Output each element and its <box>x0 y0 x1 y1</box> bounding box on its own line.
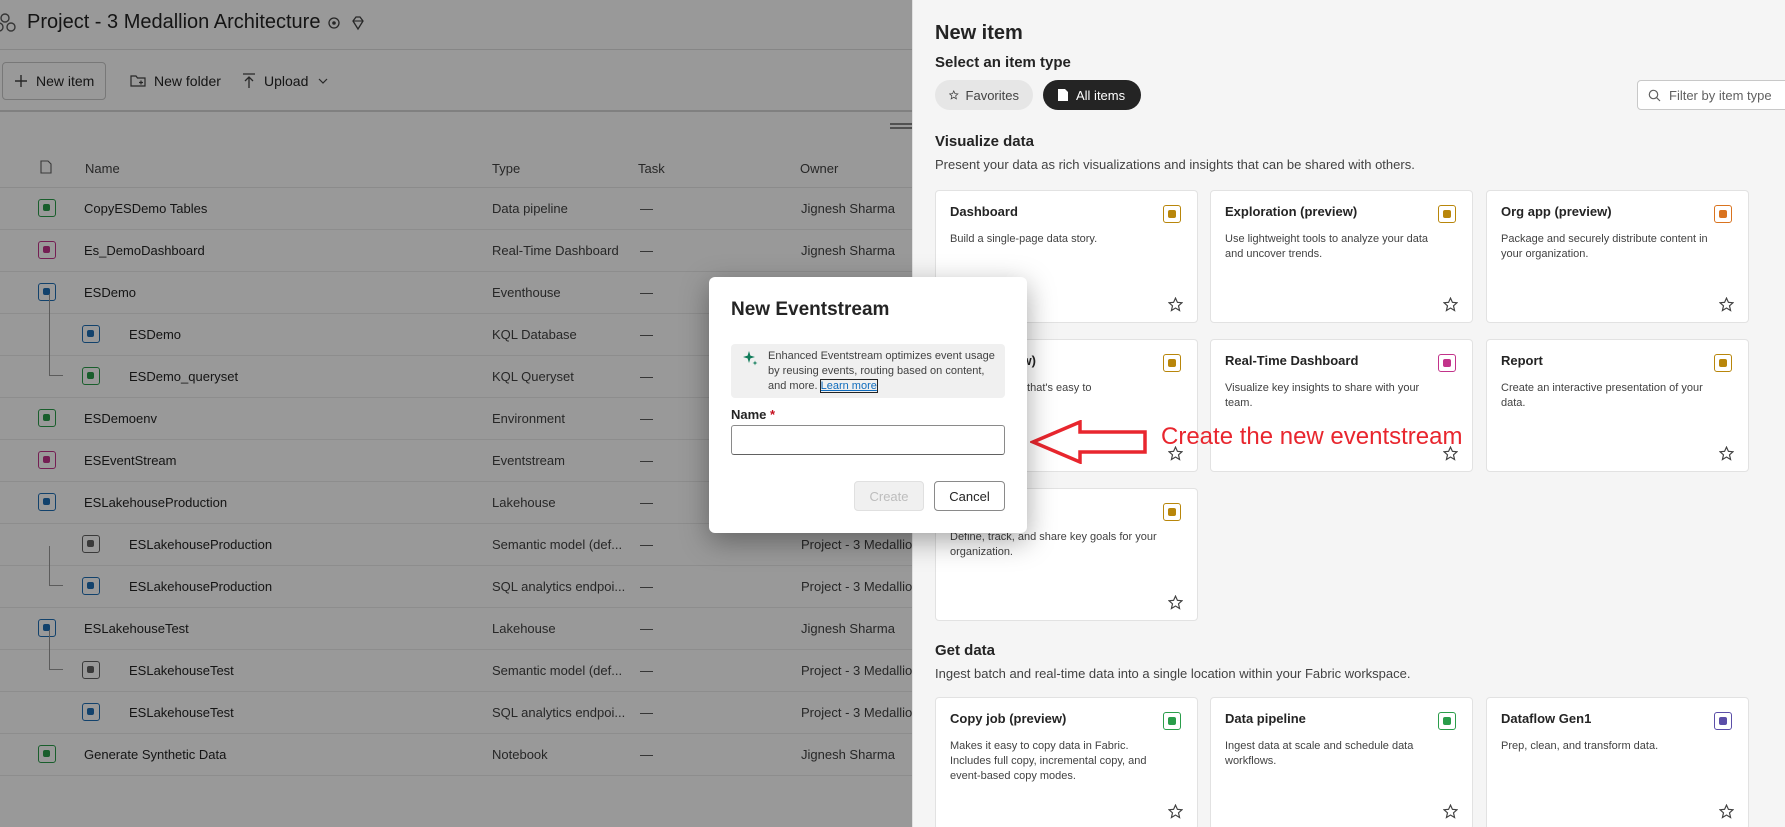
info-banner: Enhanced Eventstream optimizes event usa… <box>731 344 1005 398</box>
favorite-star-icon[interactable] <box>1443 297 1458 312</box>
name-label: Name <box>731 407 767 422</box>
item-type-card[interactable]: Real-Time Dashboard Visualize key insight… <box>1210 339 1473 472</box>
favorite-star-icon[interactable] <box>1168 804 1183 819</box>
realtime-dashboard-icon <box>1438 354 1456 372</box>
name-input[interactable] <box>731 425 1005 455</box>
card-description: Package and securely distribute content … <box>1501 233 1708 260</box>
required-indicator: * <box>770 407 776 422</box>
sparkle-icon <box>743 351 758 366</box>
exploration-icon <box>1438 205 1456 223</box>
card-description: Ingest data at scale and schedule data w… <box>1225 740 1414 767</box>
trophy-icon <box>1163 503 1181 521</box>
create-button[interactable]: Create <box>854 481 924 511</box>
search-icon <box>1648 89 1661 101</box>
card-description: Use lightweight tools to analyze your da… <box>1225 233 1429 260</box>
dashboard-icon <box>1163 205 1181 223</box>
favorite-star-icon[interactable] <box>1719 804 1734 819</box>
item-type-card[interactable]: Org app (preview) Package and securely di… <box>1486 190 1749 323</box>
new-eventstream-dialog: New Eventstream Enhanced Eventstream opt… <box>709 277 1027 533</box>
data-pipeline-icon <box>1438 712 1456 730</box>
favorite-star-icon[interactable] <box>1719 297 1734 312</box>
dataflow-icon <box>1714 712 1732 730</box>
section-desc-visualize: Present your data as rich visualizations… <box>935 157 1415 172</box>
favorite-star-icon[interactable] <box>1443 804 1458 819</box>
item-type-card[interactable]: Exploration (preview) Use lightweight too… <box>1210 190 1473 323</box>
learn-more-link[interactable]: Learn more <box>819 379 878 393</box>
card-description: Makes it easy to copy data in Fabric. In… <box>950 740 1147 782</box>
card-title: Copy job (preview) <box>950 711 1067 726</box>
info-text-wrap: Enhanced Eventstream optimizes event usa… <box>768 349 1000 394</box>
item-type-card[interactable]: Dataflow Gen1 Prep, clean, and transform … <box>1486 697 1749 827</box>
panel-subtitle: Select an item type <box>935 54 1071 71</box>
item-type-card[interactable]: Copy job (preview) Makes it easy to copy … <box>935 697 1198 827</box>
item-type-card[interactable]: Data pipeline Ingest data at scale and sc… <box>1210 697 1473 827</box>
copy-job-icon <box>1163 712 1181 730</box>
item-type-card[interactable]: Report Create an interactive presentation… <box>1486 339 1749 472</box>
document-icon <box>1058 89 1068 101</box>
card-title: Report <box>1501 353 1543 368</box>
card-description: Prep, clean, and transform data. <box>1501 740 1659 752</box>
card-title: Dashboard <box>950 204 1018 219</box>
name-label-wrap: Name * <box>731 407 775 422</box>
report-icon <box>1714 354 1732 372</box>
annotation-arrow <box>1030 420 1147 464</box>
card-title: Real-Time Dashboard <box>1225 353 1359 368</box>
section-title-get-data: Get data <box>935 642 996 659</box>
panel-title: New item <box>935 22 1023 44</box>
card-description: Build a single-page data story. <box>950 233 1098 245</box>
filter-input[interactable]: Filter by item type <box>1637 80 1785 110</box>
tab-favorites[interactable]: Favorites <box>935 80 1033 110</box>
card-title: Dataflow Gen1 <box>1501 711 1592 726</box>
card-description: Visualize key insights to share with you… <box>1225 382 1420 409</box>
paginated-report-icon <box>1163 354 1181 372</box>
favorite-star-icon[interactable] <box>1719 446 1734 461</box>
favorite-star-icon[interactable] <box>1168 297 1183 312</box>
tab-favorites-label: Favorites <box>965 87 1019 103</box>
tab-all-items[interactable]: All items <box>1043 80 1141 110</box>
favorite-star-icon[interactable] <box>1168 595 1183 610</box>
tab-all-items-label: All items <box>1076 87 1126 103</box>
card-title: Data pipeline <box>1225 711 1306 726</box>
dialog-title: New Eventstream <box>731 299 890 320</box>
annotation-text: Create the new eventstream <box>1161 423 1463 450</box>
info-text: Enhanced Eventstream optimizes event usa… <box>768 350 995 392</box>
card-title: Org app (preview) <box>1501 204 1612 219</box>
card-title: Exploration (preview) <box>1225 204 1358 219</box>
star-icon <box>949 90 959 100</box>
filter-placeholder: Filter by item type <box>1669 87 1772 103</box>
card-description: Create an interactive presentation of yo… <box>1501 382 1703 409</box>
card-description: Define, track, and share key goals for y… <box>950 531 1157 558</box>
org-app-icon <box>1714 205 1732 223</box>
section-title-visualize: Visualize data <box>935 133 1034 150</box>
section-desc-get-data: Ingest batch and real-time data into a s… <box>935 666 1411 681</box>
cancel-button[interactable]: Cancel <box>934 481 1005 511</box>
new-item-panel: New item Select an item type Favorites A… <box>912 0 1785 827</box>
